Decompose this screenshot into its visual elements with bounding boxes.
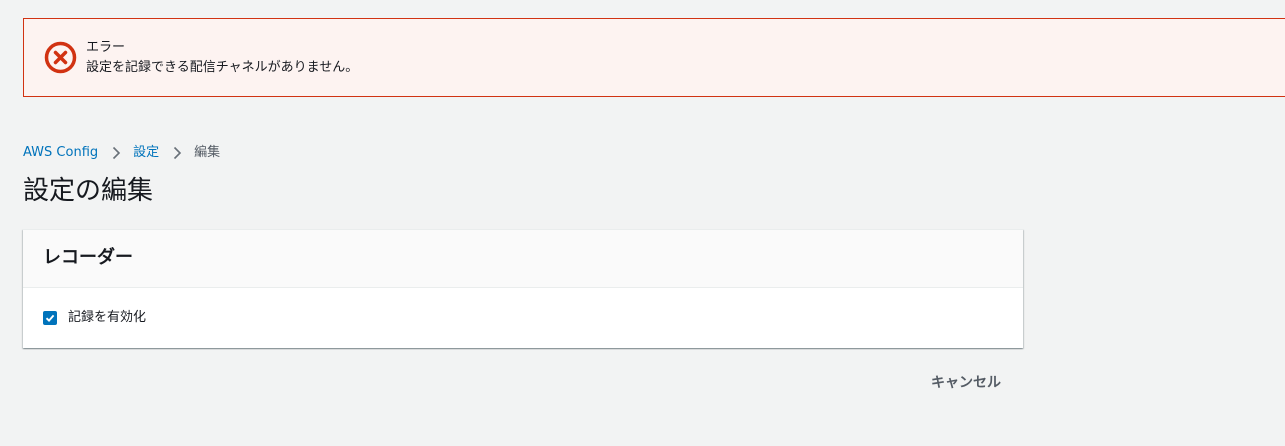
recorder-panel-body: 記録を有効化 [23,288,1023,348]
checkmark-icon [45,314,55,322]
chevron-right-icon [174,146,182,160]
recorder-panel: レコーダー 記録を有効化 [23,229,1023,348]
error-x-circle-icon [44,41,77,74]
chevron-right-icon [113,146,121,160]
recorder-panel-title: レコーダー [43,247,133,268]
error-title: エラー [86,40,126,55]
breadcrumb-aws-config[interactable]: AWS Config [23,143,98,163]
breadcrumb-settings[interactable]: 設定 [133,143,159,163]
checkbox-checked-icon[interactable] [43,311,57,325]
enable-recording-label: 記録を有効化 [68,310,147,325]
breadcrumb: AWS Config 設定 編集 [23,143,220,163]
cancel-button[interactable]: キャンセル [915,370,1017,396]
enable-recording-checkbox[interactable]: 記録を有効化 [43,308,146,328]
error-flash-banner: エラー 設定を記録できる配信チャネルがありません。 [23,18,1285,97]
error-message: 設定を記録できる配信チャネルがありません。 [86,60,359,75]
recorder-panel-header: レコーダー [23,230,1023,288]
breadcrumb-edit: 編集 [194,145,221,160]
page-title: 設定の編集 [23,176,154,206]
